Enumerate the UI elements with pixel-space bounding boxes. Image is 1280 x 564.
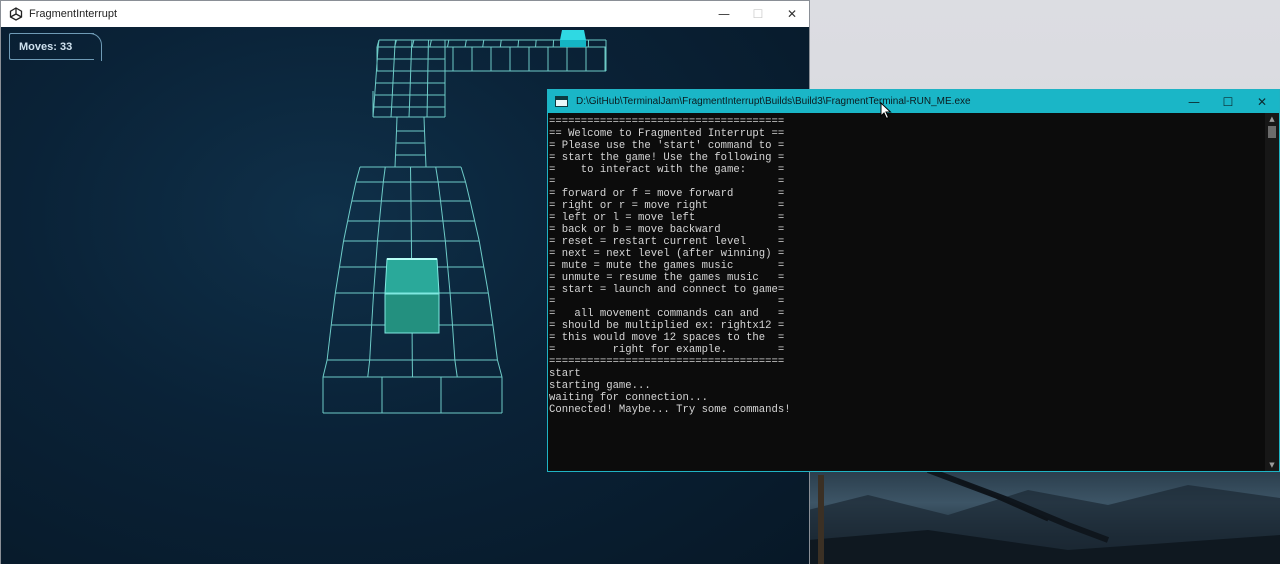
terminal-output[interactable]: ===================================== == … xyxy=(548,113,1264,471)
terminal-line: start xyxy=(549,368,581,380)
maximize-button[interactable]: ☐ xyxy=(741,1,775,27)
terminal-line: = = xyxy=(549,176,785,188)
terminal-line: == Welcome to Fragmented Interrupt == xyxy=(549,128,785,140)
terminal-line: = back or b = move backward = xyxy=(549,224,785,236)
desktop-wallpaper xyxy=(808,470,1280,564)
scroll-up-arrow-icon[interactable]: ▲ xyxy=(1265,113,1279,125)
terminal-line: = start the game! Use the following = xyxy=(549,152,785,164)
terminal-line: starting game... xyxy=(549,380,651,392)
terminal-line: = forward or f = move forward = xyxy=(549,188,785,200)
mouse-cursor-icon xyxy=(880,102,892,120)
game-titlebar[interactable]: FragmentInterrupt — ☐ ✕ xyxy=(1,1,809,27)
moves-counter: Moves: 33 xyxy=(19,41,73,53)
terminal-line: = reset = restart current level = xyxy=(549,236,785,248)
terminal-maximize-button[interactable]: ☐ xyxy=(1211,90,1245,113)
close-button[interactable]: ✕ xyxy=(775,1,809,27)
terminal-line: = = xyxy=(549,296,785,308)
terminal-line: = mute = mute the games music = xyxy=(549,260,785,272)
minimize-button[interactable]: — xyxy=(707,1,741,27)
terminal-line: = right or r = move right = xyxy=(549,200,785,212)
terminal-line: = unmute = resume the games music = xyxy=(549,272,785,284)
terminal-window[interactable]: D:\GitHub\TerminalJam\FragmentInterrupt\… xyxy=(547,89,1280,472)
terminal-line: = all movement commands can and = xyxy=(549,308,785,320)
terminal-line: ===================================== xyxy=(549,356,785,368)
scroll-down-arrow-icon[interactable]: ▼ xyxy=(1265,459,1279,471)
terminal-line: ===================================== xyxy=(549,116,785,128)
window-title: FragmentInterrupt xyxy=(29,8,118,20)
moves-counter-panel: Moves: 33 xyxy=(9,33,102,61)
terminal-line: = this would move 12 spaces to the = xyxy=(549,332,785,344)
terminal-line: = should be multiplied ex: rightx12 = xyxy=(549,320,785,332)
goal-tile xyxy=(560,30,586,47)
terminal-line: = to interact with the game: = xyxy=(549,164,785,176)
terminal-titlebar[interactable]: D:\GitHub\TerminalJam\FragmentInterrupt\… xyxy=(548,90,1279,113)
terminal-line: = left or l = move left = xyxy=(549,212,785,224)
player-cube xyxy=(384,258,440,334)
scroll-thumb[interactable] xyxy=(1268,126,1276,138)
terminal-line: = Please use the 'start' command to = xyxy=(549,140,785,152)
terminal-scrollbar[interactable]: ▲ ▼ xyxy=(1265,113,1279,471)
terminal-line: waiting for connection... xyxy=(549,392,708,404)
terminal-line: = start = launch and connect to game= xyxy=(549,284,785,296)
console-icon xyxy=(555,96,568,107)
terminal-line: = next = next level (after winning) = xyxy=(549,248,785,260)
terminal-minimize-button[interactable]: — xyxy=(1177,90,1211,113)
unity-icon xyxy=(9,7,23,21)
terminal-title: D:\GitHub\TerminalJam\FragmentInterrupt\… xyxy=(576,96,971,107)
terminal-line: Connected! Maybe... Try some commands! xyxy=(549,404,791,416)
terminal-close-button[interactable]: ✕ xyxy=(1245,90,1279,113)
terminal-line: = right for example. = xyxy=(549,344,785,356)
wallpaper-art xyxy=(808,470,1280,564)
